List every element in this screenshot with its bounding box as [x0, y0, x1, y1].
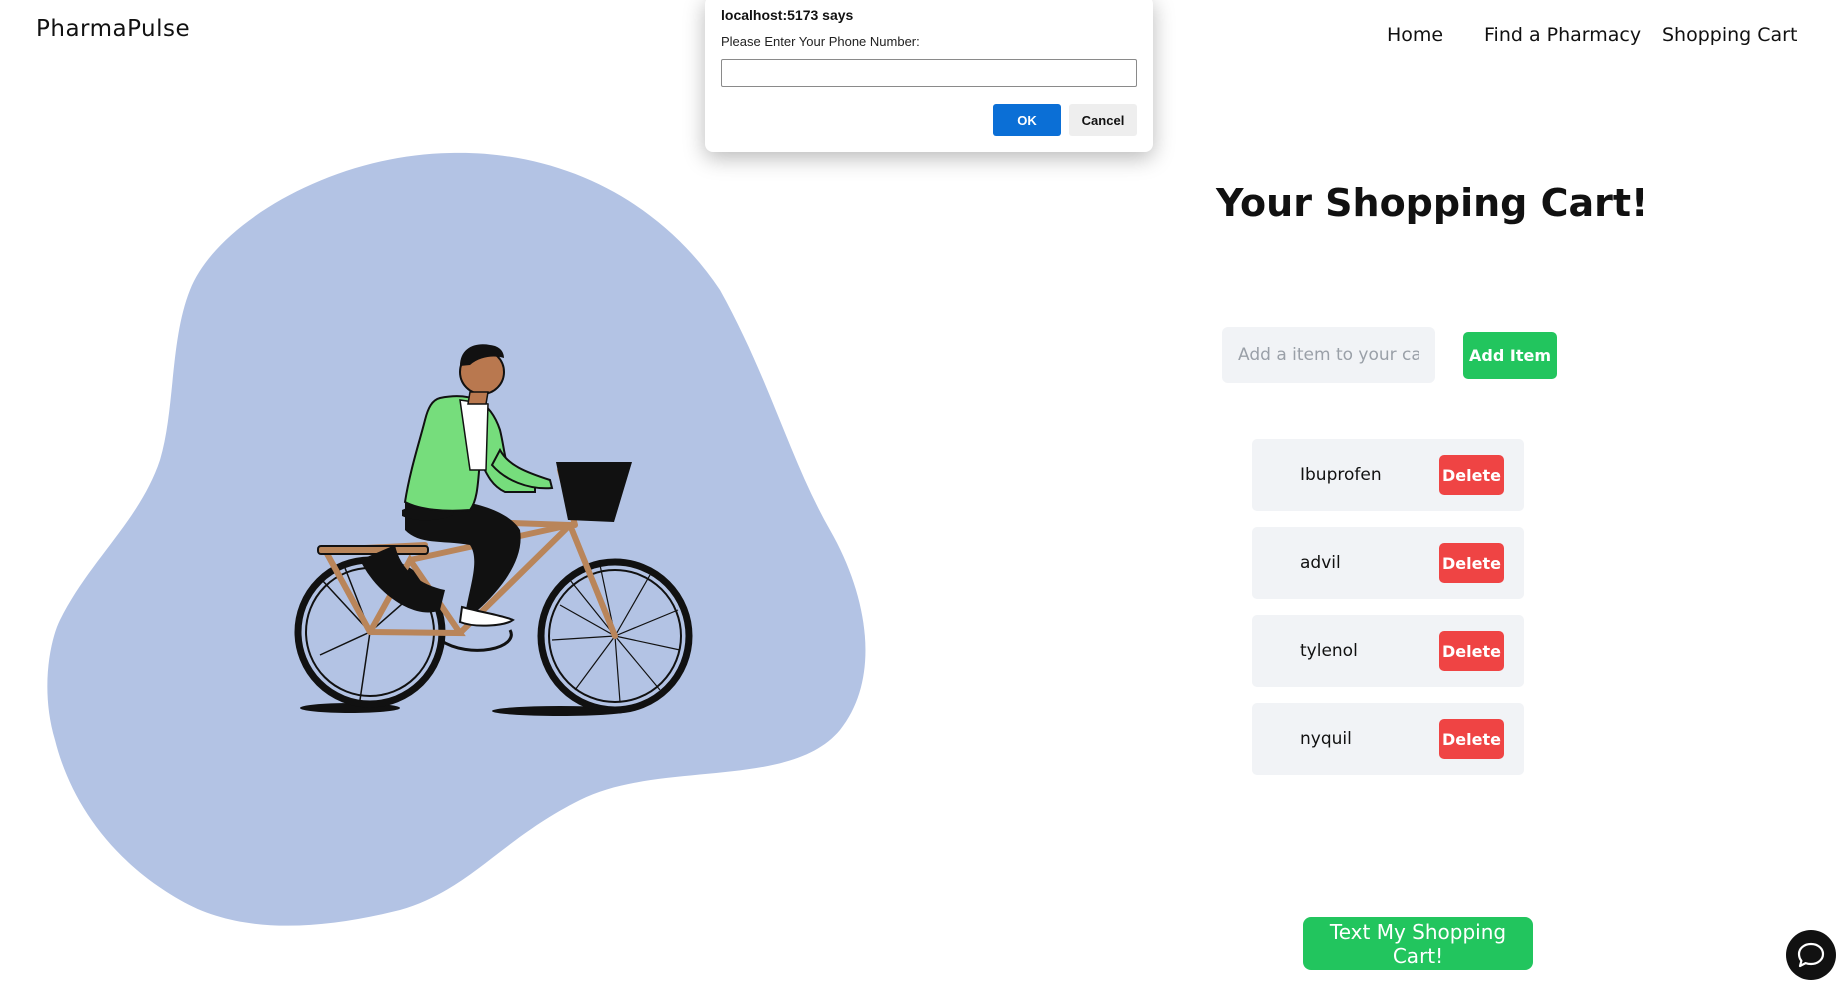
chat-bubble-icon	[1797, 942, 1825, 968]
nav-link-shopping-cart[interactable]: Shopping Cart	[1662, 24, 1797, 46]
cart-item: Ibuprofen Delete	[1252, 439, 1524, 511]
cart-item: nyquil Delete	[1252, 703, 1524, 775]
dialog-message: Please Enter Your Phone Number:	[721, 34, 920, 49]
cart-item-name: tylenol	[1300, 641, 1358, 661]
text-shopping-cart-button[interactable]: Text My Shopping Cart!	[1303, 917, 1533, 970]
add-item-button[interactable]: Add Item	[1463, 332, 1557, 379]
cart-item-list: Ibuprofen Delete advil Delete tylenol De…	[1252, 439, 1524, 791]
chat-button[interactable]	[1786, 930, 1836, 980]
cart-item-name: Ibuprofen	[1300, 465, 1382, 485]
delete-item-button[interactable]: Delete	[1439, 455, 1504, 495]
ok-button[interactable]: OK	[993, 104, 1061, 136]
prompt-dialog: localhost:5173 says Please Enter Your Ph…	[705, 0, 1153, 152]
dialog-title: localhost:5173 says	[721, 7, 854, 23]
nav-link-find-pharmacy[interactable]: Find a Pharmacy	[1484, 24, 1641, 46]
delete-item-button[interactable]: Delete	[1439, 543, 1504, 583]
cart-item-name: advil	[1300, 553, 1341, 573]
cart-item-name: nyquil	[1300, 729, 1352, 749]
rear-rack	[317, 545, 429, 555]
delete-item-button[interactable]: Delete	[1439, 719, 1504, 759]
phone-number-input[interactable]	[721, 59, 1137, 87]
delete-item-button[interactable]: Delete	[1439, 631, 1504, 671]
add-item-input[interactable]	[1222, 327, 1435, 383]
cart-item: advil Delete	[1252, 527, 1524, 599]
rider-neck	[467, 391, 489, 405]
nav-link-home[interactable]: Home	[1387, 24, 1443, 46]
cart-item: tylenol Delete	[1252, 615, 1524, 687]
cancel-button[interactable]: Cancel	[1069, 104, 1137, 136]
cart-title: Your Shopping Cart!	[1216, 181, 1649, 225]
